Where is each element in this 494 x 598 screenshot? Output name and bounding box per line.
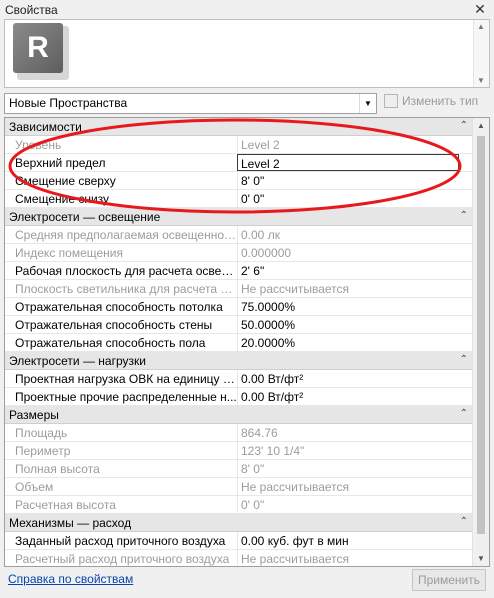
property-name: Заданный расход приточного воздуха xyxy=(15,534,226,548)
property-row: Полная высота 8' 0" xyxy=(5,460,473,478)
property-value: 0.00 лк xyxy=(237,226,473,243)
property-name: Полная высота xyxy=(15,462,100,476)
type-preview-panel: R ▲ ▼ xyxy=(4,19,490,88)
property-row[interactable]: Верхний предел Level 2 xyxy=(5,154,473,172)
collapse-icon[interactable]: ⌃ xyxy=(460,210,468,221)
category-header[interactable]: Электросети — нагрузки ⌃ xyxy=(5,352,473,370)
edit-type-button[interactable]: Изменить тип xyxy=(384,94,478,108)
category-header[interactable]: Зависимости ⌃ xyxy=(5,118,473,136)
category-label: Электросети — нагрузки xyxy=(9,354,146,368)
property-value[interactable]: 50.0000% xyxy=(237,316,473,333)
category-label: Электросети — освещение xyxy=(9,210,161,224)
property-row[interactable]: Отражательная способность стены 50.0000% xyxy=(5,316,473,334)
property-value: 0' 0" xyxy=(237,496,473,513)
properties-scrollbar[interactable]: ▲ ▼ xyxy=(472,118,489,566)
property-value: Не рассчитывается xyxy=(237,280,473,297)
type-selector-bar: Новые Пространства ▼ Изменить тип xyxy=(4,93,490,115)
property-row[interactable]: Заданный расход приточного воздуха 0.00 к… xyxy=(5,532,473,550)
collapse-icon[interactable]: ⌃ xyxy=(460,408,468,419)
window-titlebar: Свойства ✕ xyxy=(0,0,494,20)
scrollbar-thumb[interactable] xyxy=(477,136,485,534)
property-value: 864.76 xyxy=(237,424,473,441)
property-value[interactable]: 2' 6" xyxy=(237,262,473,279)
property-name: Смещение снизу xyxy=(15,192,110,206)
category-label: Зависимости xyxy=(9,120,82,134)
property-value[interactable]: 8' 0" xyxy=(237,172,473,189)
property-value: 8' 0" xyxy=(237,460,473,477)
property-row[interactable]: Смещение снизу 0' 0" xyxy=(5,190,473,208)
property-name: Проектная нагрузка ОВК на единицу п... xyxy=(15,372,237,386)
property-row[interactable]: Отражательная способность пола 20.0000% xyxy=(5,334,473,352)
property-name: Расчетная высота xyxy=(15,498,116,512)
property-value: 0.000000 xyxy=(237,244,473,261)
scroll-down-icon[interactable]: ▼ xyxy=(477,554,485,563)
category-header[interactable]: Электросети — освещение ⌃ xyxy=(5,208,473,226)
type-selector-value: Новые Пространства xyxy=(9,96,128,110)
property-value[interactable]: 0.00 Вт/фт² xyxy=(237,370,473,387)
property-row[interactable]: Отражательная способность потолка 75.0000… xyxy=(5,298,473,316)
type-selector-dropdown[interactable]: Новые Пространства ▼ xyxy=(4,93,377,114)
close-icon[interactable]: ✕ xyxy=(472,1,488,17)
property-name: Отражательная способность стены xyxy=(15,318,213,332)
help-link[interactable]: Справка по свойствам xyxy=(8,572,133,586)
property-name: Проектные прочие распределенные н... xyxy=(15,390,237,404)
property-row: Расчетный расход приточного воздуха Не ра… xyxy=(5,550,473,566)
property-name: Уровень xyxy=(15,138,62,152)
property-row[interactable]: Смещение сверху 8' 0" xyxy=(5,172,473,190)
property-value[interactable]: 0.00 Вт/фт² xyxy=(237,388,473,405)
properties-grid: Зависимости ⌃ Уровень Level 2 Верхний предел… xyxy=(4,117,490,567)
scroll-down-icon[interactable]: ▼ xyxy=(477,76,485,85)
property-name: Смещение сверху xyxy=(15,174,116,188)
property-row: Площадь 864.76 xyxy=(5,424,473,442)
property-value: Level 2 xyxy=(237,136,473,153)
property-value-editor[interactable]: Level 2 xyxy=(237,154,459,171)
property-name: Верхний предел xyxy=(15,156,106,170)
edit-type-label: Изменить тип xyxy=(402,94,479,108)
edit-type-icon xyxy=(384,94,398,108)
property-row: Средняя предполагаемая освещенность 0.00 … xyxy=(5,226,473,244)
property-row[interactable]: Проектная нагрузка ОВК на единицу п... 0.… xyxy=(5,370,473,388)
scroll-up-icon[interactable]: ▲ xyxy=(477,22,485,31)
property-name: Объем xyxy=(15,480,54,494)
category-header[interactable]: Размеры ⌃ xyxy=(5,406,473,424)
category-header[interactable]: Механизмы — расход ⌃ xyxy=(5,514,473,532)
property-value: Не рассчитывается xyxy=(237,550,473,566)
property-row[interactable]: Проектные прочие распределенные н... 0.00… xyxy=(5,388,473,406)
property-value[interactable]: 75.0000% xyxy=(237,298,473,315)
property-name: Площадь xyxy=(15,426,68,440)
collapse-icon[interactable]: ⌃ xyxy=(460,354,468,365)
properties-rows: Зависимости ⌃ Уровень Level 2 Верхний предел… xyxy=(5,118,473,566)
property-row: Объем Не рассчитывается xyxy=(5,478,473,496)
property-name: Отражательная способность потолка xyxy=(15,300,223,314)
property-row: Расчетная высота 0' 0" xyxy=(5,496,473,514)
property-name: Плоскость светильника для расчета о... xyxy=(15,282,237,296)
chevron-down-icon[interactable]: ▼ xyxy=(359,94,376,113)
property-row: Периметр 123' 10 1/4" xyxy=(5,442,473,460)
category-label: Размеры xyxy=(9,408,59,422)
property-name: Средняя предполагаемая освещенность xyxy=(15,228,237,242)
property-name: Периметр xyxy=(15,444,71,458)
property-value: 123' 10 1/4" xyxy=(237,442,473,459)
preview-scrollbar[interactable]: ▲ ▼ xyxy=(473,20,489,87)
property-row: Плоскость светильника для расчета о... Не… xyxy=(5,280,473,298)
apply-button[interactable]: Применить xyxy=(412,569,486,591)
property-name: Отражательная способность пола xyxy=(15,336,206,350)
scroll-up-icon[interactable]: ▲ xyxy=(477,121,485,130)
window-title: Свойства xyxy=(5,3,58,17)
property-name: Рабочая плоскость для расчета освещ... xyxy=(15,264,237,278)
property-value: Не рассчитывается xyxy=(237,478,473,495)
category-label: Механизмы — расход xyxy=(9,516,132,530)
property-name: Индекс помещения xyxy=(15,246,123,260)
revit-logo-icon: R xyxy=(13,23,63,73)
property-name: Расчетный расход приточного воздуха xyxy=(15,552,230,566)
property-row: Уровень Level 2 xyxy=(5,136,473,154)
property-row[interactable]: Рабочая плоскость для расчета освещ... 2'… xyxy=(5,262,473,280)
collapse-icon[interactable]: ⌃ xyxy=(460,516,468,527)
property-value[interactable]: 0' 0" xyxy=(237,190,473,207)
collapse-icon[interactable]: ⌃ xyxy=(460,120,468,131)
property-row: Индекс помещения 0.000000 xyxy=(5,244,473,262)
property-value[interactable]: 0.00 куб. фут в мин xyxy=(237,532,473,549)
property-value[interactable]: 20.0000% xyxy=(237,334,473,351)
